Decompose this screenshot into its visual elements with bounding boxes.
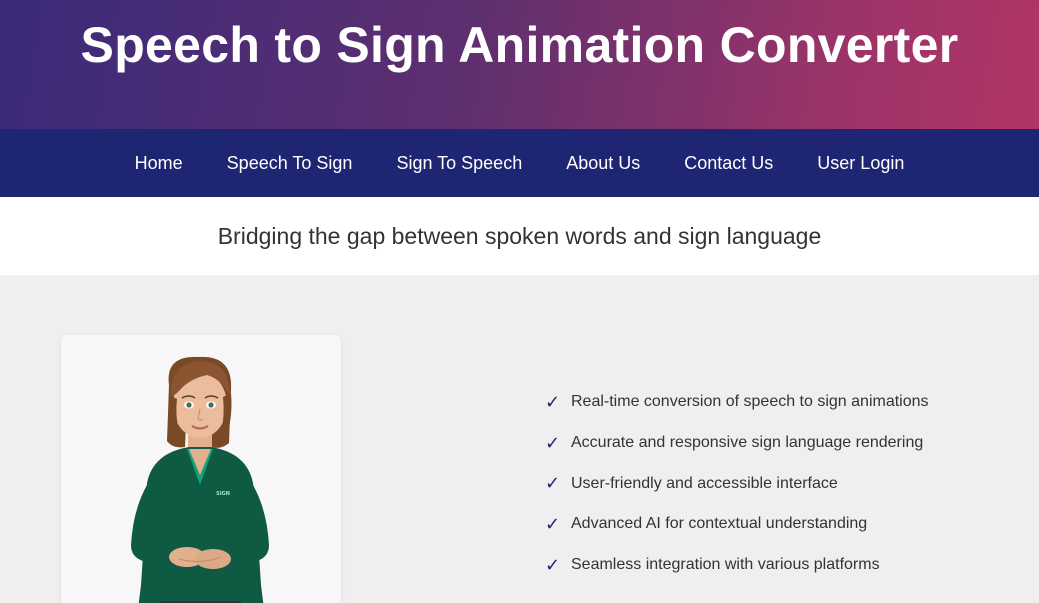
page-header: Speech to Sign Animation Converter bbox=[0, 0, 1039, 129]
feature-text: Real-time conversion of speech to sign a… bbox=[571, 393, 929, 411]
avatar-image: SIGN bbox=[131, 356, 269, 603]
feature-text: Accurate and responsive sign language re… bbox=[571, 434, 924, 452]
check-icon: ✓ bbox=[545, 554, 561, 576]
nav-item-user-login[interactable]: User Login bbox=[795, 145, 926, 182]
check-icon: ✓ bbox=[545, 391, 561, 413]
nav-item-speech-to-sign[interactable]: Speech To Sign bbox=[205, 145, 375, 182]
feature-text: Advanced AI for contextual understanding bbox=[571, 515, 868, 533]
avatar-card: SIGN bbox=[61, 335, 341, 603]
site-title: Speech to Sign Animation Converter bbox=[80, 17, 959, 73]
list-item: ✓ Seamless integration with various plat… bbox=[545, 545, 929, 586]
nav-item-sign-to-speech[interactable]: Sign To Speech bbox=[374, 145, 544, 182]
nav-item-home[interactable]: Home bbox=[113, 145, 205, 182]
main-nav: Home Speech To Sign Sign To Speech About… bbox=[0, 129, 1039, 197]
avatar-badge-logo: SIGN bbox=[216, 491, 230, 497]
feature-text: User-friendly and accessible interface bbox=[571, 474, 838, 492]
list-item: ✓ User-friendly and accessible interface bbox=[545, 463, 929, 504]
nav-item-about-us[interactable]: About Us bbox=[544, 145, 662, 182]
list-item: ✓ Accurate and responsive sign language … bbox=[545, 423, 929, 464]
feature-list: ✓ Real-time conversion of speech to sign… bbox=[545, 382, 929, 585]
check-icon: ✓ bbox=[545, 432, 561, 454]
check-icon: ✓ bbox=[545, 473, 561, 495]
nav-item-contact-us[interactable]: Contact Us bbox=[662, 145, 795, 182]
list-item: ✓ Real-time conversion of speech to sign… bbox=[545, 382, 929, 423]
tagline-section: Bridging the gap between spoken words an… bbox=[0, 197, 1039, 275]
check-icon: ✓ bbox=[545, 513, 561, 535]
list-item: ✓ Advanced AI for contextual understandi… bbox=[545, 504, 929, 545]
tagline-text: Bridging the gap between spoken words an… bbox=[217, 223, 822, 249]
feature-text: Seamless integration with various platfo… bbox=[571, 556, 880, 574]
